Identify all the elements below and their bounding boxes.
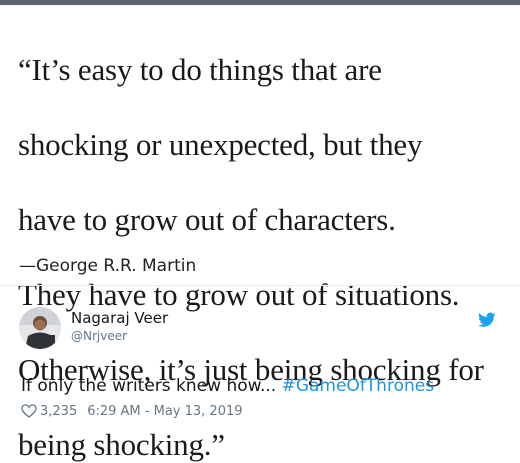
tweet-timestamp[interactable]: 6:29 AM - May 13, 2019	[87, 404, 242, 419]
tweet-text: If only the writers knew how... #GameOfT…	[21, 376, 434, 396]
quote-line: shocking or unexpected, but they	[18, 126, 423, 162]
quote-line: “It’s easy to do things that are	[18, 51, 382, 87]
hashtag-link[interactable]: #GameOfThrones	[282, 376, 435, 396]
heart-icon[interactable]	[21, 404, 37, 418]
tweet-body: If only the writers knew how...	[21, 376, 282, 396]
like-count: 3,235	[40, 403, 78, 419]
quote-image: “It’s easy to do things that are shockin…	[6, 5, 514, 462]
quote-attribution: —George R.R. Martin	[19, 256, 197, 276]
tweet-card: Nagaraj Veer @Nrjveer If only the writer…	[0, 286, 520, 443]
quote-line: have to grow out of characters.	[18, 201, 396, 237]
avatar-photo-icon	[19, 307, 61, 349]
twitter-bird-icon[interactable]	[478, 312, 496, 328]
author-handle[interactable]: @Nrjveer	[71, 329, 127, 343]
tweet-meta: 3,235 6:29 AM - May 13, 2019	[21, 402, 243, 420]
user-avatar[interactable]	[19, 307, 61, 349]
author-name[interactable]: Nagaraj Veer	[71, 309, 168, 327]
